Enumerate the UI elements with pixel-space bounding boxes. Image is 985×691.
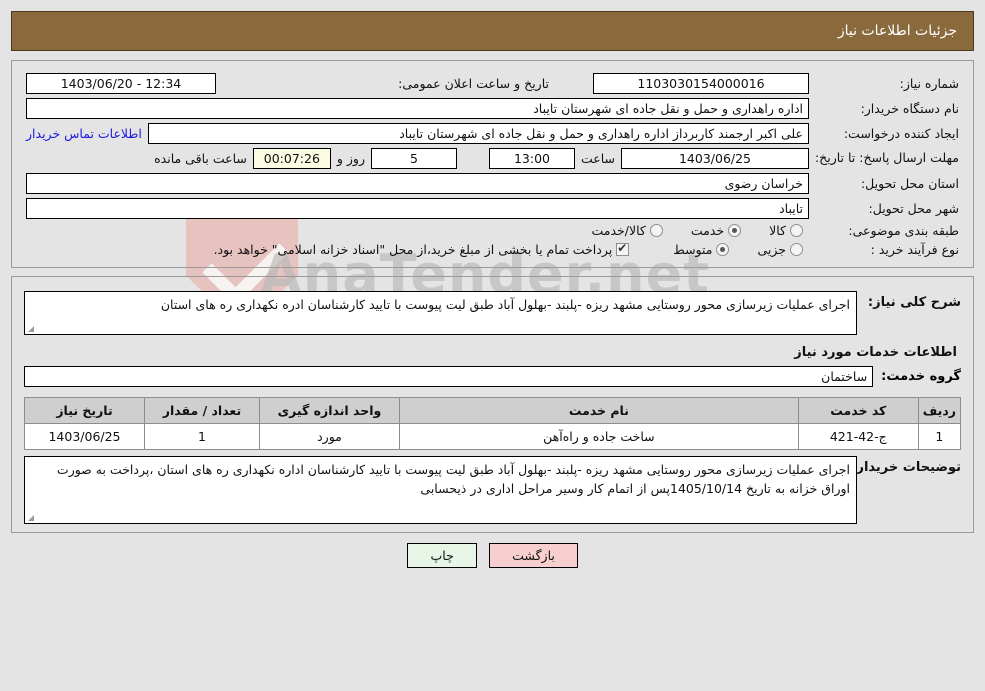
cell-qty: 1 (144, 423, 260, 450)
creator-label: ایجاد کننده درخواست: (843, 126, 959, 141)
row-buyer-org: نام دستگاه خریدار: اداره راهداری و حمل و… (24, 96, 961, 121)
details-panel: شرح کلی نیاز: اجرای عملیات زیرسازی محور … (11, 276, 974, 533)
page-title: جزئیات اطلاعات نیاز (837, 23, 957, 39)
cell-index: 1 (917, 423, 962, 450)
buyer-org-field[interactable]: اداره راهداری و حمل و نقل جاده ای شهرستا… (26, 98, 809, 119)
service-group-row: گروه خدمت: ساختمان (24, 366, 961, 387)
cell-code: ج-42-421 (797, 423, 919, 450)
col-date: تاریخ نیاز (24, 397, 145, 424)
deadline-date-field[interactable]: 1403/06/25 (621, 148, 809, 169)
need-info-form: شماره نیاز: 1103030154000016 تاریخ و ساع… (24, 71, 961, 259)
radio-khedmat-icon[interactable] (728, 224, 742, 237)
buyer-notes-textarea[interactable]: اجرای عملیات زیرسازی محور روستایی مشهد ر… (24, 456, 857, 524)
table-header-row: ردیف کد خدمت نام خدمت واحد اندازه گیری ت… (24, 397, 962, 424)
radio-kala-label: کالا (769, 223, 786, 238)
services-heading: اطلاعات خدمات مورد نیاز (794, 345, 957, 360)
cell-date: 1403/06/25 (24, 423, 145, 450)
radio-motavaset-label: متوسط (673, 242, 713, 257)
page-root: AnaTender.net جزئیات اطلاعات نیاز شماره … (0, 11, 985, 691)
process-radio-group: جزیی متوسط پرداخت تمام یا بخشی از مبلغ خ… (26, 241, 809, 257)
process-label: نوع فرآیند خرید : (870, 242, 959, 257)
radio-option-kala[interactable]: کالا (759, 223, 803, 238)
buyer-org-label: نام دستگاه خریدار: (860, 101, 959, 116)
days-label: روز و (336, 151, 365, 166)
row-need-number: شماره نیاز: 1103030154000016 تاریخ و ساع… (24, 71, 961, 96)
need-number-label: شماره نیاز: (899, 76, 959, 91)
row-province: استان محل تحویل: خراسان رضوی (24, 171, 961, 196)
city-label: شهر محل تحویل: (868, 201, 959, 216)
col-index: ردیف (917, 397, 962, 424)
col-unit: واحد اندازه گیری (259, 397, 400, 424)
row-city: شهر محل تحویل: تایباد (24, 196, 961, 221)
col-name: نام خدمت (399, 397, 799, 424)
province-label: استان محل تحویل: (860, 176, 959, 191)
treasury-note-label: پرداخت تمام یا بخشی از مبلغ خرید،از محل … (213, 242, 613, 257)
print-button[interactable]: چاپ (407, 543, 478, 568)
footer-buttons: بازگشت چاپ (0, 543, 985, 568)
radio-jozyi-label: جزیی (757, 242, 786, 257)
remaining-days-field[interactable]: 5 (370, 148, 457, 169)
deadline-time-field[interactable]: 13:00 (488, 148, 575, 169)
radio-option-khedmat[interactable]: خدمت (681, 223, 742, 238)
creator-field[interactable]: علی اکبر ارجمند کاربرداز اداره راهداری و… (147, 123, 809, 144)
treasury-checkbox-icon[interactable] (616, 241, 630, 256)
col-code: کد خدمت (797, 397, 919, 424)
cell-name: ساخت جاده و راه‌آهن (399, 423, 799, 450)
table-row[interactable]: 1 ج-42-421 ساخت جاده و راه‌آهن مورد 1 14… (24, 423, 962, 450)
cell-unit: مورد (259, 423, 400, 450)
radio-kala-khedmat-icon[interactable] (649, 224, 663, 237)
buyer-notes-section: توضیحات خریدار: اجرای عملیات زیرسازی محو… (24, 456, 961, 524)
description-textarea[interactable]: اجرای عملیات زیرسازی محور روستایی مشهد ر… (24, 291, 857, 335)
remaining-label: ساعت باقی مانده (154, 151, 247, 166)
radio-motavaset-icon[interactable] (716, 243, 730, 256)
description-label: شرح کلی نیاز: (867, 295, 961, 310)
row-process-type: نوع فرآیند خرید : جزیی متوسط ✔ پرداخت تم… (24, 240, 961, 259)
city-field[interactable]: تایباد (26, 198, 809, 219)
row-category: طبقه بندی موضوعی: کالا خدمت کالا/خدمت (24, 221, 961, 240)
radio-jozyi-icon[interactable] (790, 243, 803, 256)
buyer-contact-link[interactable]: اطلاعات تماس خریدار (26, 126, 142, 141)
deadline-label: مهلت ارسال پاسخ: تا تاریخ: (814, 150, 959, 166)
category-radio-group: کالا خدمت کالا/خدمت (26, 223, 809, 238)
remaining-time-field[interactable]: 00:07:26 (252, 148, 331, 169)
description-section: شرح کلی نیاز: اجرای عملیات زیرسازی محور … (24, 291, 961, 335)
services-table: ردیف کد خدمت نام خدمت واحد اندازه گیری ت… (24, 397, 962, 450)
radio-option-motavaset[interactable]: متوسط (663, 242, 730, 257)
service-group-field[interactable]: ساختمان (24, 366, 874, 387)
page-title-bar: جزئیات اطلاعات نیاز (11, 11, 974, 51)
radio-khedmat-label: خدمت (690, 223, 725, 238)
service-group-label: گروه خدمت: (881, 369, 961, 384)
buyer-notes-label: توضیحات خریدار: (851, 460, 961, 475)
province-field[interactable]: خراسان رضوی (26, 173, 809, 194)
treasury-checkbox-group[interactable]: پرداخت تمام یا بخشی از مبلغ خرید،از محل … (204, 241, 630, 257)
category-label: طبقه بندی موضوعی: (848, 223, 959, 238)
col-qty: تعداد / مقدار (144, 397, 260, 424)
public-announce-field[interactable]: 12:34 - 1403/06/20 (26, 73, 216, 94)
radio-kala-icon[interactable] (790, 224, 803, 237)
radio-kala-khedmat-label: کالا/خدمت (591, 223, 646, 238)
need-info-panel: شماره نیاز: 1103030154000016 تاریخ و ساع… (11, 60, 974, 268)
row-creator: ایجاد کننده درخواست: علی اکبر ارجمند کار… (24, 121, 961, 146)
radio-option-kala-khedmat[interactable]: کالا/خدمت (581, 223, 663, 238)
need-number-field[interactable]: 1103030154000016 (593, 73, 809, 94)
public-announce-label: تاریخ و ساعت اعلان عمومی: (398, 76, 549, 91)
back-button[interactable]: بازگشت (489, 543, 578, 568)
time-label: ساعت (580, 151, 615, 166)
row-deadline: مهلت ارسال پاسخ: تا تاریخ: 1403/06/25 سا… (24, 146, 961, 171)
radio-option-jozyi[interactable]: جزیی (747, 242, 803, 257)
